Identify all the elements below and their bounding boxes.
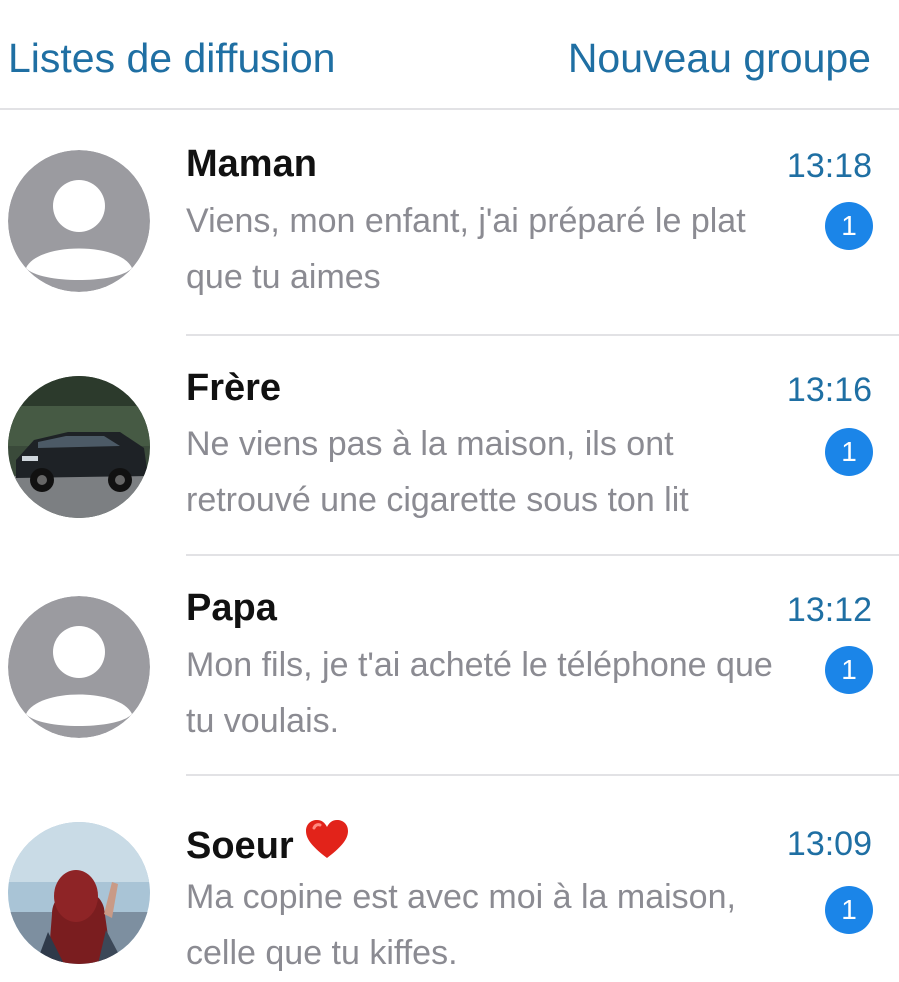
unread-badge: 1 [825,202,873,250]
red-heart-icon [304,818,350,870]
default-avatar-icon [8,150,150,292]
contact-name-text: Soeur [186,825,294,867]
unread-badge: 1 [825,886,873,934]
message-time: 13:16 [786,371,872,409]
message-preview: Mon fils, je t'ai acheté le téléphone qu… [186,646,773,740]
new-group-link[interactable]: Nouveau groupe [568,34,871,82]
unread-badge: 1 [825,646,873,694]
unread-badge: 1 [825,428,873,476]
message-preview: Viens, mon enfant, j'ai préparé le plat … [186,202,746,296]
contact-name: Papa [186,587,277,629]
contact-name: Maman [186,143,317,185]
broadcast-lists-link[interactable]: Listes de diffusion [8,34,335,82]
chat-row-papa[interactable]: Papa 13:12 Mon fils, je t'ai acheté le t… [0,556,899,776]
car-photo [8,376,150,518]
contact-name: Soeur [186,818,350,870]
message-preview: Ma copine est avec moi à la maison, cell… [186,878,736,972]
contact-name: Frère [186,367,282,409]
message-time: 13:18 [786,147,872,185]
message-time: 13:09 [786,825,872,863]
chat-row-frere[interactable]: Frère 13:16 Ne viens pas à la maison, il… [0,336,899,556]
hijab-person-photo [8,822,150,964]
top-bar: Listes de diffusion Nouveau groupe [0,0,899,110]
chat-row-maman[interactable]: Maman 13:18 Viens, mon enfant, j'ai prép… [0,110,899,336]
default-avatar-icon [8,596,150,738]
message-preview: Ne viens pas à la maison, ils ont retrou… [186,425,689,519]
message-time: 13:12 [786,591,872,629]
chat-row-soeur[interactable]: Soeur 13:09 Ma copine est avec moi à la … [0,776,899,982]
